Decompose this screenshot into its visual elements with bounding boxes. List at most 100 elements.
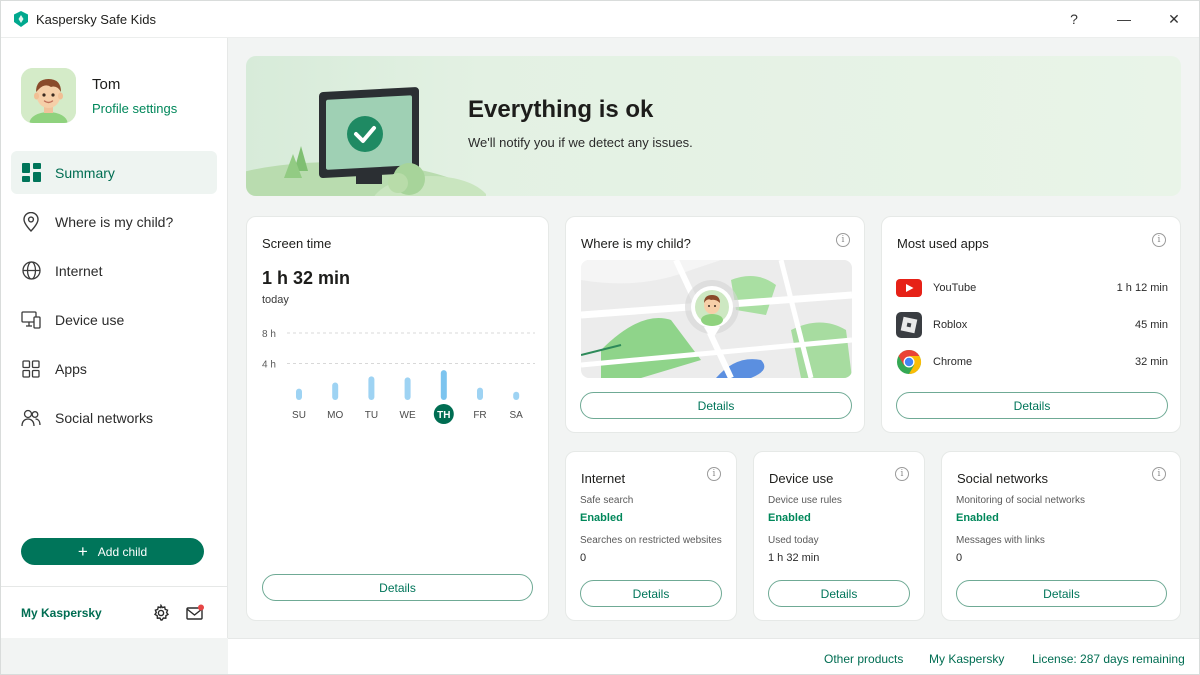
window-title: Kaspersky Safe Kids xyxy=(36,11,156,27)
gear-icon[interactable] xyxy=(152,604,170,622)
apps-title: Most used apps xyxy=(897,236,989,251)
social-title: Social networks xyxy=(957,471,1049,486)
location-details-button[interactable]: Details xyxy=(580,392,852,419)
device-use-details-button[interactable]: Details xyxy=(768,580,910,607)
sidebar-nav: Summary Where is my child? Internet Devi… xyxy=(11,151,217,445)
my-kaspersky-link[interactable]: My Kaspersky xyxy=(21,606,102,620)
social-monitoring-status: Enabled xyxy=(956,512,999,524)
people-icon xyxy=(21,408,41,428)
internet-card: Internet i Safe search Enabled Searches … xyxy=(565,451,737,621)
devices-icon xyxy=(21,310,41,330)
app-name: YouTube xyxy=(933,282,977,294)
sidebar-item-where-is-my-child[interactable]: Where is my child? xyxy=(11,200,217,243)
sidebar-item-label: Device use xyxy=(55,311,125,328)
screen-time-chart: 8 h 4 h SU MO TU WE TH FR SA xyxy=(262,329,535,424)
x-tick-label: TU xyxy=(365,410,378,421)
profile-block: Tom Profile settings xyxy=(21,68,177,123)
safe-search-label: Safe search xyxy=(580,495,634,506)
monitor-check-illustration xyxy=(246,87,486,196)
app-window: Kaspersky Safe Kids ? — ✕ Tom Profile se… xyxy=(0,0,1200,675)
device-use-rules-status: Enabled xyxy=(768,512,811,524)
device-use-rules-label: Device use rules xyxy=(768,495,842,506)
app-name: Roblox xyxy=(933,319,968,331)
y-tick-label: 8 h xyxy=(262,329,276,340)
footer-bar: Other products My Kaspersky License: 287… xyxy=(228,638,1199,674)
social-details-button[interactable]: Details xyxy=(956,580,1167,607)
chart-bar xyxy=(296,388,302,400)
profile-settings-link[interactable]: Profile settings xyxy=(92,101,177,116)
app-row-chrome[interactable]: Chrome 32 min xyxy=(896,349,1168,375)
roblox-icon xyxy=(896,312,922,338)
apps-details-button[interactable]: Details xyxy=(896,392,1168,419)
app-time: 32 min xyxy=(1134,356,1168,368)
messages-with-links-label: Messages with links xyxy=(956,535,1045,546)
location-title: Where is my child? xyxy=(581,236,691,251)
location-pin-icon xyxy=(21,211,41,232)
info-icon[interactable]: i xyxy=(895,467,909,481)
child-name: Tom xyxy=(92,75,121,93)
used-today-value: 1 h 32 min xyxy=(768,552,820,564)
app-time: 45 min xyxy=(1134,319,1168,331)
help-button[interactable]: ? xyxy=(1049,1,1099,38)
x-tick-label: SU xyxy=(292,410,306,421)
summary-grid-icon xyxy=(21,163,41,183)
chart-bar xyxy=(332,382,339,400)
x-tick-label: MO xyxy=(327,410,343,421)
info-icon[interactable]: i xyxy=(1152,467,1166,481)
sidebar-item-device-use[interactable]: Device use xyxy=(11,298,217,341)
sidebar-item-apps[interactable]: Apps xyxy=(11,347,217,390)
x-tick-label: SA xyxy=(510,410,524,421)
screen-time-card: Screen time 1 h 32 min today 8 h 4 h SU MO T… xyxy=(246,216,549,621)
location-map[interactable] xyxy=(581,260,852,378)
chart-bar xyxy=(477,387,483,400)
sidebar-item-social-networks[interactable]: Social networks xyxy=(11,396,217,439)
x-tick-label: WE xyxy=(400,410,416,421)
sidebar-item-label: Apps xyxy=(55,360,87,377)
app-time: 1 h 12 min xyxy=(1116,282,1168,294)
info-icon[interactable]: i xyxy=(1152,233,1166,247)
sidebar-item-label: Social networks xyxy=(55,409,154,426)
x-tick-label: FR xyxy=(473,410,486,421)
add-child-label: Add child xyxy=(97,544,148,559)
close-button[interactable]: ✕ xyxy=(1149,1,1199,38)
footer-my-kaspersky-link[interactable]: My Kaspersky xyxy=(929,652,1004,666)
app-row-youtube[interactable]: YouTube 1 h 12 min xyxy=(896,275,1168,301)
device-use-card: Device use i Device use rules Enabled Us… xyxy=(753,451,925,621)
mail-icon[interactable] xyxy=(186,604,204,622)
used-today-label: Used today xyxy=(768,535,819,546)
minimize-button[interactable]: — xyxy=(1099,1,1149,38)
child-avatar[interactable] xyxy=(21,68,76,123)
chart-bar xyxy=(404,377,411,400)
screen-time-value: 1 h 32 min xyxy=(262,268,351,288)
messages-with-links-value: 0 xyxy=(956,552,963,564)
social-monitoring-label: Monitoring of social networks xyxy=(956,495,1085,506)
screen-time-title: Screen time xyxy=(262,236,332,251)
license-link[interactable]: License: 287 days remaining xyxy=(1032,652,1185,666)
banner-subtitle: We'll notify you if we detect any issues… xyxy=(468,135,693,150)
social-networks-card: Social networks i Monitoring of social n… xyxy=(941,451,1181,621)
app-row-roblox[interactable]: Roblox 45 min xyxy=(896,312,1168,338)
plus-icon: + xyxy=(77,542,88,561)
info-icon[interactable]: i xyxy=(707,467,721,481)
add-child-button[interactable]: + Add child xyxy=(21,538,204,565)
info-icon[interactable]: i xyxy=(836,233,850,247)
most-used-apps-card: Most used apps i YouTube 1 h 12 min Robl… xyxy=(881,216,1181,433)
safe-search-status: Enabled xyxy=(580,512,623,524)
window-controls: ? — ✕ xyxy=(1049,1,1199,37)
boy-avatar-icon xyxy=(21,68,76,123)
location-card: Where is my child? i Details xyxy=(565,216,865,433)
restricted-searches-value: 0 xyxy=(580,552,587,564)
y-tick-label: 4 h xyxy=(262,360,276,371)
globe-icon xyxy=(21,261,41,281)
screen-time-details-button[interactable]: Details xyxy=(262,574,533,601)
device-use-title: Device use xyxy=(769,471,834,486)
sidebar-item-internet[interactable]: Internet xyxy=(11,249,217,292)
sidebar-footer: My Kaspersky xyxy=(1,586,227,638)
internet-details-button[interactable]: Details xyxy=(580,580,722,607)
sidebar-item-label: Where is my child? xyxy=(55,213,174,230)
other-products-link[interactable]: Other products xyxy=(824,652,903,666)
kaspersky-logo-icon xyxy=(14,11,28,27)
sidebar-item-label: Internet xyxy=(55,262,103,279)
sidebar-item-summary[interactable]: Summary xyxy=(11,151,217,194)
chart-bar xyxy=(368,376,375,400)
